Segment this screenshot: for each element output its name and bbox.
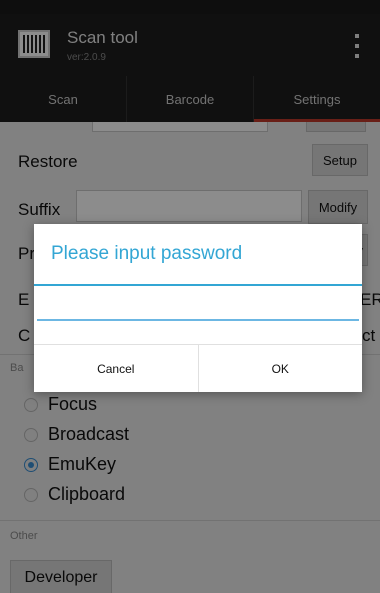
dialog-title: Please input password [51,243,243,264]
dialog-buttons: Cancel OK [34,345,362,392]
password-input[interactable] [37,289,359,321]
dialog-title-divider [34,284,362,286]
ok-button[interactable]: OK [197,345,362,392]
password-dialog: Please input password Cancel OK [34,224,362,392]
cancel-button[interactable]: Cancel [34,345,198,392]
